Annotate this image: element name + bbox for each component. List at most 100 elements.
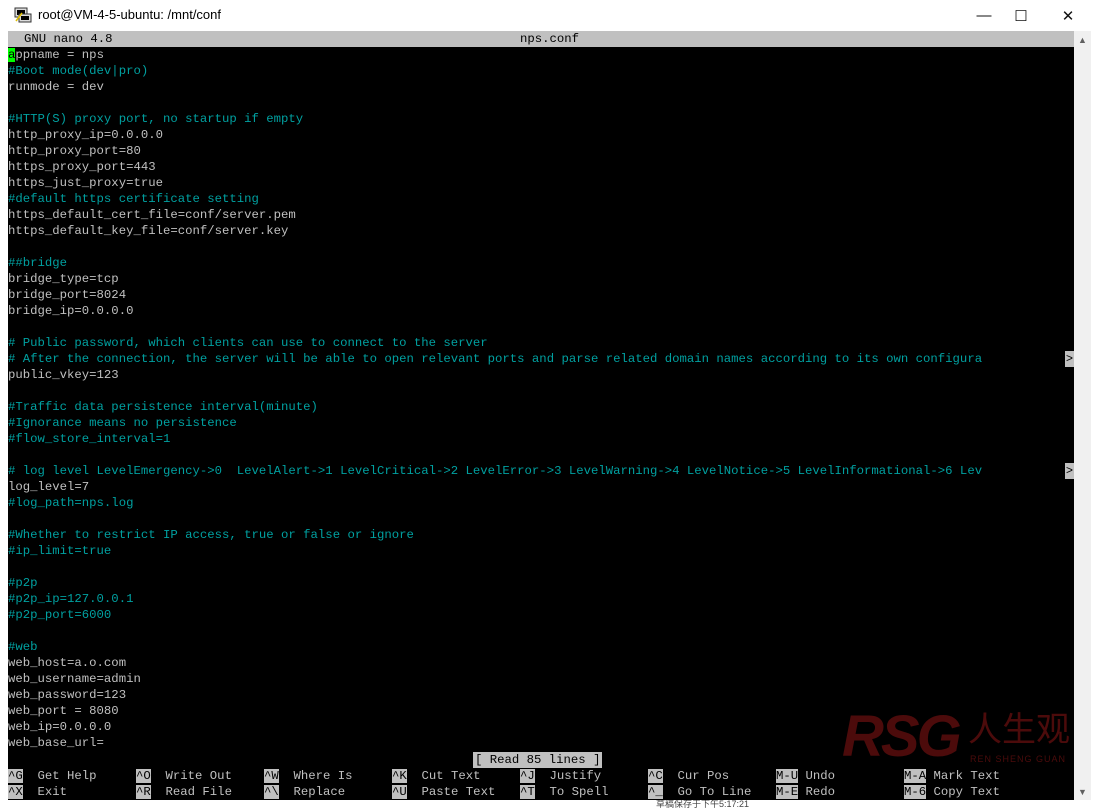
- editor-line[interactable]: bridge_ip=0.0.0.0: [8, 303, 133, 319]
- shortcut-key: M-6: [904, 785, 927, 799]
- scroll-up-icon: ▲: [1078, 34, 1087, 45]
- editor-line[interactable]: ##bridge: [8, 255, 67, 271]
- shortcut-gap: [663, 785, 678, 799]
- shortcut-key: ^K: [392, 769, 407, 783]
- shortcut-gap: [279, 785, 294, 799]
- shortcut-key: ^T: [520, 785, 535, 799]
- editor-line[interactable]: https_default_key_file=conf/server.key: [8, 223, 288, 239]
- shortcut-key: M-U: [776, 769, 799, 783]
- shortcut-item: ^G Get Help: [8, 768, 97, 784]
- editor-line[interactable]: # After the connection, the server will …: [8, 351, 982, 367]
- shortcut-key: ^W: [264, 769, 279, 783]
- shortcut-key: ^R: [136, 785, 151, 799]
- shortcut-item: ^_ Go To Line: [648, 784, 751, 800]
- shortcut-item: ^W Where Is: [264, 768, 353, 784]
- scroll-up-button[interactable]: ▲: [1074, 31, 1091, 48]
- editor-line[interactable]: #flow_store_interval=1: [8, 431, 170, 447]
- shortcut-item: ^K Cut Text: [392, 768, 481, 784]
- editor-line[interactable]: #p2p_ip=127.0.0.1: [8, 591, 133, 607]
- nano-version-label: GNU nano 4.8: [24, 32, 113, 46]
- editor-line[interactable]: web_base_url=: [8, 735, 104, 751]
- editor-line[interactable]: web_ip=0.0.0.0: [8, 719, 111, 735]
- status-message: [ Read 85 lines ]: [473, 752, 603, 768]
- editor-line[interactable]: http_proxy_ip=0.0.0.0: [8, 127, 163, 143]
- nano-title-bar: GNU nano 4.8 nps.conf: [8, 31, 1074, 47]
- scroll-down-icon: ▼: [1078, 786, 1087, 797]
- editor-line[interactable]: #Traffic data persistence interval(minut…: [8, 399, 318, 415]
- editor-line[interactable]: bridge_type=tcp: [8, 271, 119, 287]
- vertical-scrollbar[interactable]: ▲ ▼: [1074, 31, 1091, 800]
- draft-saved-hint: 草稿保存于下午5:17:21: [656, 800, 750, 809]
- nano-filename: nps.conf: [520, 32, 580, 46]
- window-titlebar[interactable]: root@VM-4-5-ubuntu: /mnt/conf — ☐ ✕: [0, 0, 1099, 31]
- shortcut-label: Mark Text: [933, 769, 1000, 783]
- shortcut-item: ^J Justify: [520, 768, 601, 784]
- editor-line[interactable]: web_password=123: [8, 687, 126, 703]
- maximize-button[interactable]: ☐: [998, 0, 1044, 31]
- editor-line[interactable]: https_just_proxy=true: [8, 175, 163, 191]
- editor-line[interactable]: log_level=7: [8, 479, 89, 495]
- shortcut-label: Cut Text: [421, 769, 481, 783]
- editor-line[interactable]: #log_path=nps.log: [8, 495, 133, 511]
- shortcut-label: Justify: [549, 769, 602, 783]
- window-title: root@VM-4-5-ubuntu: /mnt/conf: [38, 7, 221, 22]
- editor-line[interactable]: public_vkey=123: [8, 367, 119, 383]
- terminal-area[interactable]: GNU nano 4.8 nps.conf appname = nps #Boot…: [8, 31, 1074, 800]
- close-button[interactable]: ✕: [1045, 0, 1091, 31]
- editor-line[interactable]: #default https certificate setting: [8, 191, 259, 207]
- shortcut-label: Copy Text: [933, 785, 1000, 799]
- shortcut-item: ^O Write Out: [136, 768, 232, 784]
- maximize-icon: ☐: [1014, 7, 1028, 25]
- shortcut-item: M-A Mark Text: [904, 768, 1000, 784]
- shortcut-gap: [926, 769, 933, 783]
- editor-line[interactable]: https_proxy_port=443: [8, 159, 156, 175]
- shortcut-key: ^U: [392, 785, 407, 799]
- close-icon: ✕: [1061, 7, 1075, 25]
- editor-line[interactable]: web_port = 8080: [8, 703, 119, 719]
- editor-line[interactable]: runmode = dev: [8, 79, 104, 95]
- shortcut-label: Where Is: [293, 769, 353, 783]
- shortcut-key: ^X: [8, 785, 23, 799]
- shortcut-gap: [535, 769, 550, 783]
- shortcut-label: Replace: [293, 785, 346, 799]
- shortcut-label: Get Help: [37, 769, 97, 783]
- bottom-strip: 草稿保存于下午5:17:21: [0, 800, 1099, 809]
- editor-line[interactable]: #Ignorance means no persistence: [8, 415, 237, 431]
- shortcut-key: ^C: [648, 769, 663, 783]
- editor-line[interactable]: http_proxy_port=80: [8, 143, 141, 159]
- shortcut-gap: [407, 769, 422, 783]
- editor-line[interactable]: bridge_port=8024: [8, 287, 126, 303]
- shortcut-item: M-6 Copy Text: [904, 784, 1000, 800]
- editor-line[interactable]: #p2p: [8, 575, 38, 591]
- shortcut-key: ^O: [136, 769, 151, 783]
- shortcut-item: ^C Cur Pos: [648, 768, 729, 784]
- editor-line[interactable]: https_default_cert_file=conf/server.pem: [8, 207, 296, 223]
- editor-line[interactable]: #Whether to restrict IP access, true or …: [8, 527, 414, 543]
- shortcut-gap: [279, 769, 294, 783]
- shortcut-item: M-U Undo: [776, 768, 835, 784]
- line-overflow-marker: >: [1065, 463, 1074, 479]
- editor-line[interactable]: # log level LevelEmergency->0 LevelAlert…: [8, 463, 982, 479]
- editor-line[interactable]: #ip_limit=true: [8, 543, 111, 559]
- editor-line[interactable]: #HTTP(S) proxy port, no startup if empty: [8, 111, 303, 127]
- editor-line[interactable]: web_host=a.o.com: [8, 655, 126, 671]
- editor-line[interactable]: #Boot mode(dev|pro): [8, 63, 148, 79]
- putty-terminal-icon: [14, 7, 32, 23]
- shortcut-gap: [535, 785, 550, 799]
- editor-line[interactable]: web_username=admin: [8, 671, 141, 687]
- editor-line[interactable]: # Public password, which clients can use…: [8, 335, 488, 351]
- editor-line[interactable]: #p2p_port=6000: [8, 607, 111, 623]
- shortcut-gap: [23, 785, 38, 799]
- shortcut-key: M-A: [904, 769, 927, 783]
- shortcut-label: Redo: [805, 785, 836, 799]
- editor-line[interactable]: #web: [8, 639, 38, 655]
- shortcut-item: ^R Read File: [136, 784, 232, 800]
- scroll-down-button[interactable]: ▼: [1074, 783, 1091, 800]
- shortcut-item: ^X Exit: [8, 784, 67, 800]
- line-text: ppname = nps: [15, 48, 104, 62]
- line-overflow-marker: >: [1065, 351, 1074, 367]
- shortcut-label: To Spell: [549, 785, 609, 799]
- shortcut-gap: [407, 785, 422, 799]
- shortcut-item: ^T To Spell: [520, 784, 609, 800]
- editor-line[interactable]: appname = nps: [8, 47, 104, 63]
